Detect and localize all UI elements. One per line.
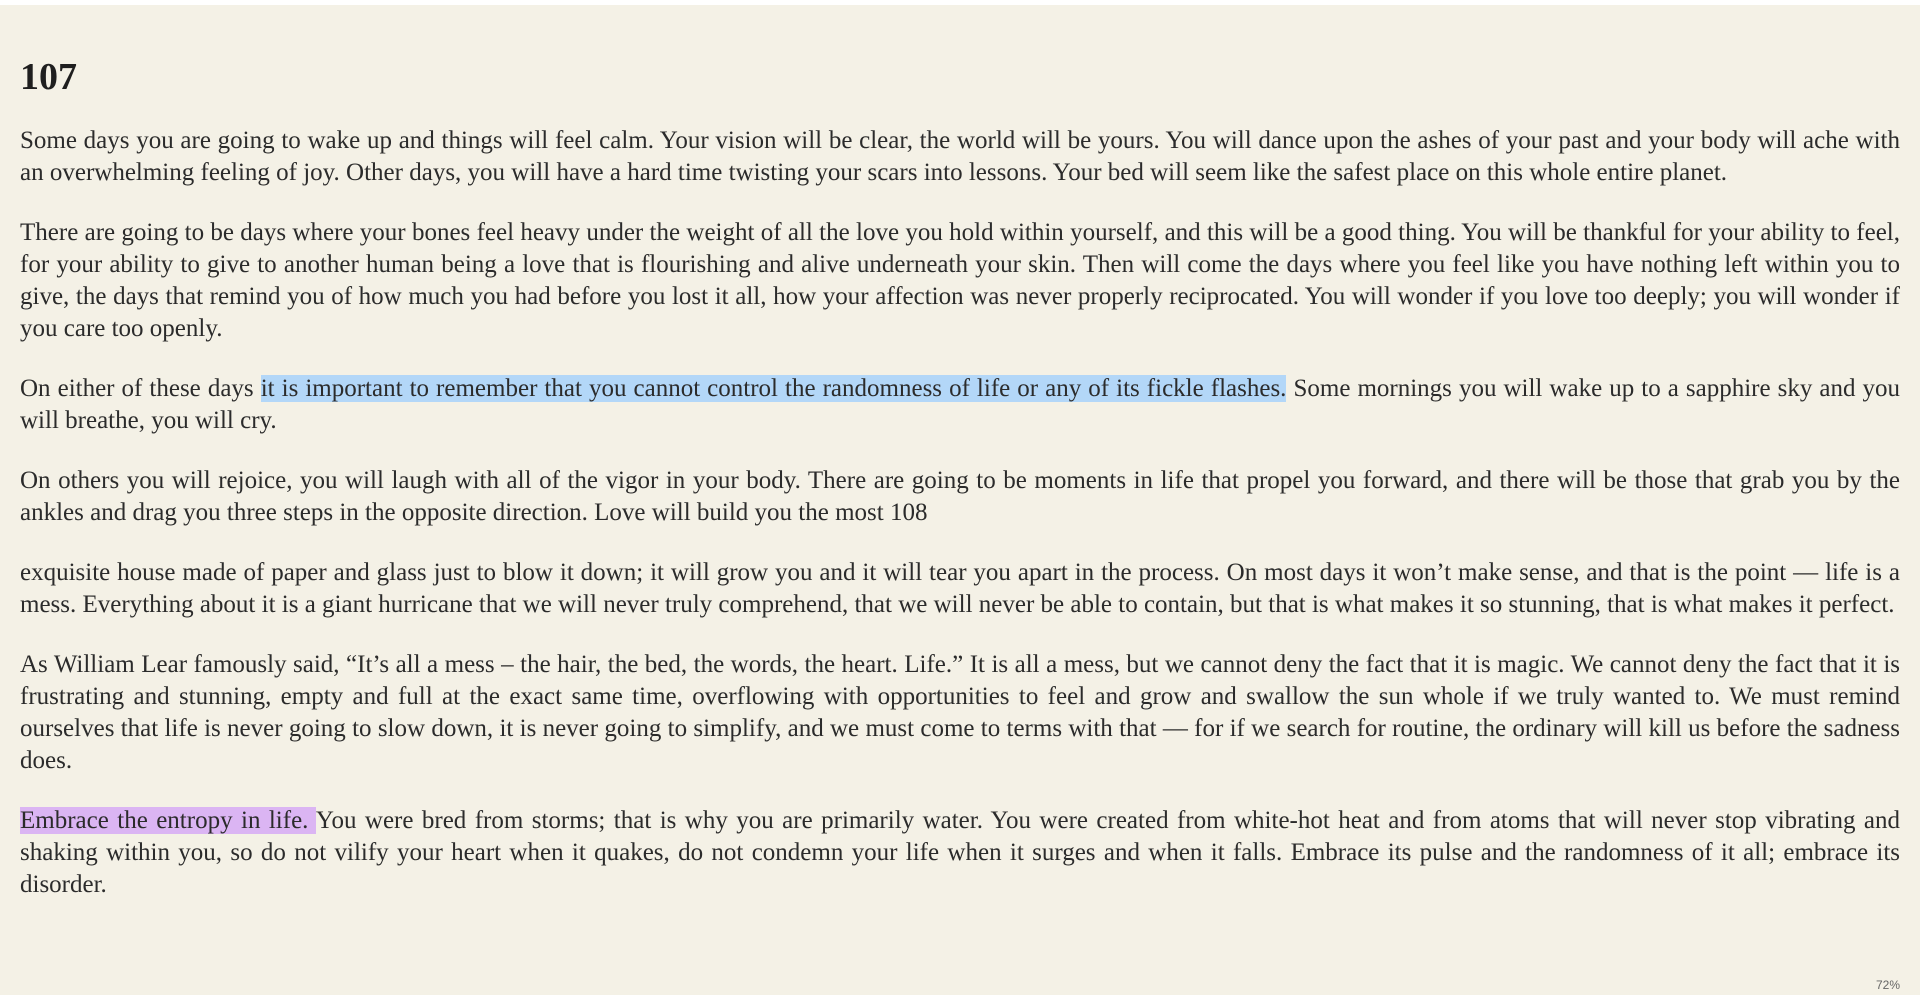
paragraph-5[interactable]: exquisite house made of paper and glass … [20,557,1900,621]
paragraph-1[interactable]: Some days you are going to wake up and t… [20,125,1900,189]
paragraph-7[interactable]: Embrace the entropy in life. You were br… [20,805,1900,901]
purple-highlight[interactable]: Embrace the entropy in life. [20,807,316,834]
page-content: 107 Some days you are going to wake up a… [20,5,1900,929]
paragraph-2[interactable]: There are going to be days where your bo… [20,217,1900,345]
zoom-level-indicator: 72% [1875,978,1900,992]
reader-page: 107 Some days you are going to wake up a… [0,5,1920,995]
page-number-heading: 107 [20,56,77,98]
paragraph-4[interactable]: On others you will rejoice, you will lau… [20,465,1900,529]
blue-highlight[interactable]: it is important to remember that you can… [260,375,1287,402]
paragraph-6[interactable]: As William Lear famously said, “It’s all… [20,649,1900,777]
paragraph-3[interactable]: On either of these days it is important … [20,373,1900,437]
paragraph-3-text-before: On either of these days [20,375,261,402]
